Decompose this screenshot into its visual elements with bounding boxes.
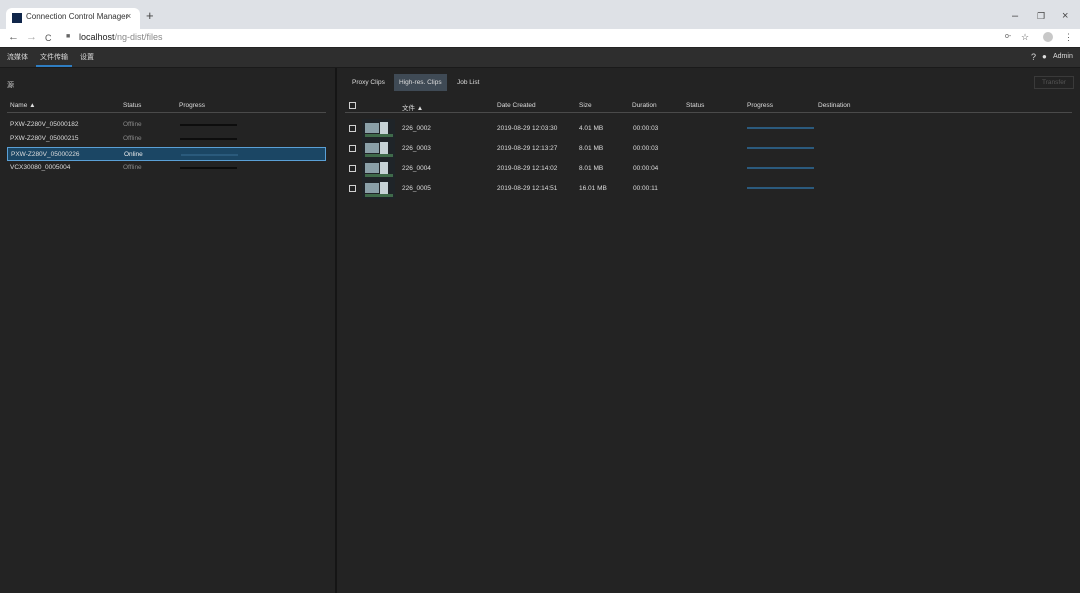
header-divider: [7, 112, 326, 113]
device-status: Online: [124, 151, 143, 158]
clip-thumbnail: [362, 119, 395, 139]
minimize-icon[interactable]: –: [1012, 10, 1018, 22]
address-bar[interactable]: localhost/ng-dist/files: [79, 32, 163, 42]
tab-high-res-clips[interactable]: High-res. Clips: [394, 74, 447, 91]
clip-file-name: 226_0004: [402, 165, 431, 172]
clip-progress-bar: [747, 127, 814, 129]
profile-avatar-icon[interactable]: [1043, 32, 1053, 42]
restore-icon[interactable]: ❐: [1037, 10, 1045, 22]
column-header-file[interactable]: 文件 ▲: [402, 102, 423, 112]
nav-tab-streaming[interactable]: 流媒体: [3, 48, 32, 67]
browser-tab-strip: Connection Control Manager × + – ❐ ×: [0, 0, 1080, 29]
device-status: Offline: [123, 135, 142, 142]
select-all-checkbox[interactable]: [349, 102, 356, 109]
device-progress-bar: [180, 124, 237, 126]
clip-duration: 00:00:03: [633, 125, 659, 132]
clip-size: 16.01 MB: [579, 185, 607, 192]
device-name: PXW-Z280V_05000182: [10, 121, 79, 128]
clip-progress-bar: [747, 147, 814, 149]
app-nav-bar: 流媒体 文件传输 设置 ? ● Admin: [0, 48, 1080, 68]
browser-toolbar: ← → C ■ localhost/ng-dist/files o- ☆ ⋮: [0, 29, 1080, 47]
clip-file-name: 226_0003: [402, 145, 431, 152]
clip-thumbnail: [362, 139, 395, 159]
clip-date-created: 2019-08-29 12:03:30: [497, 125, 558, 132]
clip-checkbox[interactable]: [349, 185, 356, 192]
clip-checkbox[interactable]: [349, 145, 356, 152]
clip-date-created: 2019-08-29 12:14:02: [497, 165, 558, 172]
tab-proxy-clips[interactable]: Proxy Clips: [347, 74, 390, 91]
column-header-status[interactable]: Status: [686, 102, 704, 109]
device-status: Offline: [123, 164, 142, 171]
clip-progress-bar: [747, 167, 814, 169]
close-tab-icon[interactable]: ×: [126, 11, 131, 21]
bookmark-star-icon[interactable]: ☆: [1021, 32, 1029, 43]
url-path: /ng-dist/files: [114, 32, 163, 42]
tab-job-list[interactable]: Job List: [452, 74, 484, 91]
device-panel-title: 源: [7, 82, 14, 89]
device-progress-bar: [181, 154, 238, 156]
clip-row[interactable]: 226_0003 2019-08-29 12:13:27 8.01 MB 00:…: [337, 139, 1080, 159]
user-icon[interactable]: ●: [1042, 52, 1047, 61]
lock-icon[interactable]: ■: [66, 33, 70, 40]
clip-thumbnail: [362, 159, 395, 179]
clip-checkbox[interactable]: [349, 165, 356, 172]
clip-row[interactable]: 226_0005 2019-08-29 12:14:51 16.01 MB 00…: [337, 179, 1080, 199]
column-header-name[interactable]: Name ▲: [10, 102, 36, 109]
transfer-button[interactable]: Transfer: [1034, 76, 1074, 89]
device-row-selected[interactable]: PXW-Z280V_05000226 Online: [7, 147, 326, 161]
device-name: PXW-Z280V_05000215: [10, 135, 79, 142]
clip-size: 8.01 MB: [579, 165, 604, 172]
column-header-size[interactable]: Size: [579, 102, 592, 109]
clip-duration: 00:00:04: [633, 165, 659, 172]
url-host: localhost: [79, 32, 115, 42]
device-row[interactable]: PXW-Z280V_05000182 Offline: [7, 119, 326, 131]
column-header-status[interactable]: Status: [123, 102, 141, 109]
browser-menu-icon[interactable]: ⋮: [1064, 32, 1073, 43]
device-name: VCX30080_0005004: [10, 164, 71, 171]
nav-tab-file-transfer[interactable]: 文件传输: [36, 48, 72, 67]
device-row[interactable]: PXW-Z280V_05000215 Offline: [7, 133, 326, 145]
new-tab-icon[interactable]: +: [146, 9, 154, 22]
nav-tab-settings[interactable]: 设置: [76, 48, 98, 67]
device-name: PXW-Z280V_05000226: [11, 151, 80, 158]
back-arrow-icon[interactable]: ←: [8, 31, 19, 44]
clip-thumbnail: [362, 179, 395, 199]
device-progress-bar: [180, 138, 237, 140]
user-name[interactable]: Admin: [1053, 53, 1073, 60]
column-header-progress[interactable]: Progress: [179, 102, 205, 109]
browser-tab-title: Connection Control Manager: [26, 12, 129, 21]
device-status: Offline: [123, 121, 142, 128]
forward-arrow-icon[interactable]: →: [26, 31, 37, 44]
device-row[interactable]: VCX30080_0005004 Offline: [7, 162, 326, 174]
window-close-icon[interactable]: ×: [1062, 10, 1068, 22]
browser-tab[interactable]: Connection Control Manager ×: [6, 8, 140, 29]
clip-date-created: 2019-08-29 12:13:27: [497, 145, 558, 152]
clip-duration: 00:00:11: [633, 185, 658, 192]
column-header-destination[interactable]: Destination: [818, 102, 851, 109]
app-favicon-icon: [12, 13, 22, 23]
clip-file-name: 226_0005: [402, 185, 431, 192]
clips-panel: Proxy Clips High-res. Clips Job List Tra…: [337, 68, 1080, 593]
column-header-progress[interactable]: Progress: [747, 102, 773, 109]
clip-duration: 00:00:03: [633, 145, 659, 152]
clip-progress-bar: [747, 187, 814, 189]
clip-file-name: 226_0002: [402, 125, 431, 132]
reload-icon[interactable]: C: [45, 32, 52, 45]
password-key-icon[interactable]: o-: [1005, 33, 1011, 40]
clip-size: 8.01 MB: [579, 145, 604, 152]
device-panel: 源 Name ▲ Status Progress PXW-Z280V_05000…: [0, 68, 335, 593]
column-header-duration[interactable]: Duration: [632, 102, 657, 109]
clip-row[interactable]: 226_0004 2019-08-29 12:14:02 8.01 MB 00:…: [337, 159, 1080, 179]
clip-date-created: 2019-08-29 12:14:51: [497, 185, 558, 192]
clip-row[interactable]: 226_0002 2019-08-29 12:03:30 4.01 MB 00:…: [337, 119, 1080, 139]
help-icon[interactable]: ?: [1031, 52, 1036, 62]
clip-checkbox[interactable]: [349, 125, 356, 132]
clip-size: 4.01 MB: [579, 125, 604, 132]
device-progress-bar: [180, 167, 237, 169]
header-divider: [345, 112, 1072, 113]
column-header-date-created[interactable]: Date Created: [497, 102, 536, 109]
